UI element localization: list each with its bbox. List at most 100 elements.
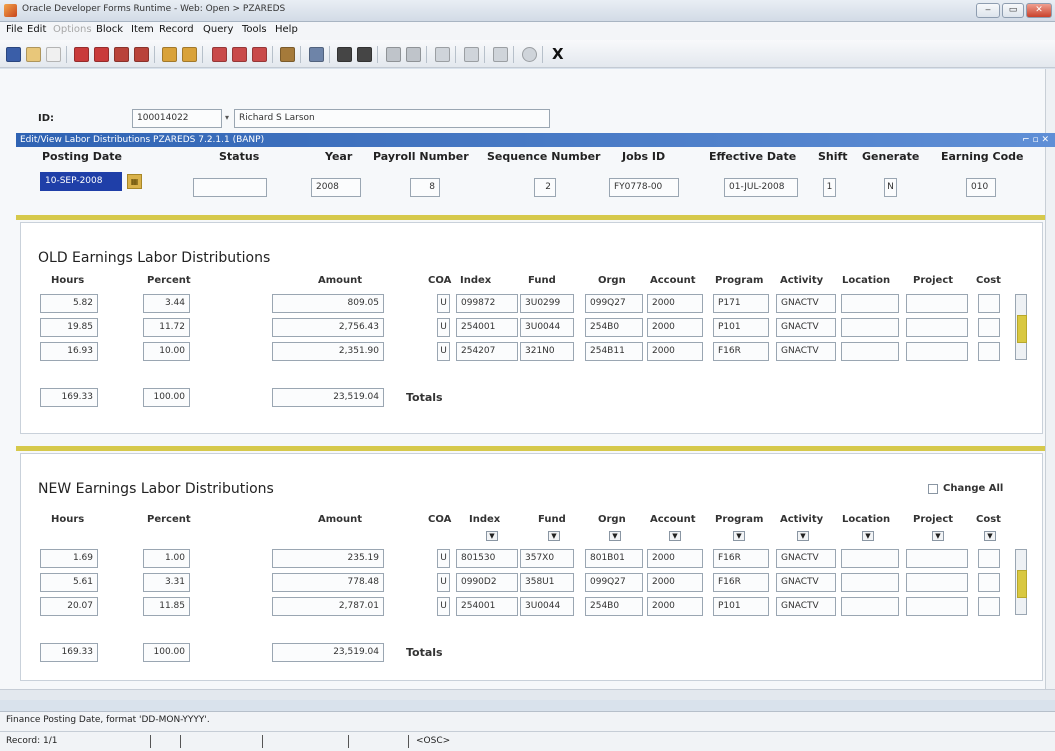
- old-row1-percent[interactable]: 3.44: [143, 294, 190, 313]
- new-row2-project[interactable]: [906, 573, 968, 592]
- old-row2-location[interactable]: [841, 318, 899, 337]
- old-row1-index[interactable]: 099872: [456, 294, 518, 313]
- new-row1-amount[interactable]: 235.19: [272, 549, 384, 568]
- new-row1-fund[interactable]: 357X0: [520, 549, 574, 568]
- new-row1-percent[interactable]: 1.00: [143, 549, 190, 568]
- new-row1-index[interactable]: 801530: [456, 549, 518, 568]
- old-row2-hours[interactable]: 19.85: [40, 318, 98, 337]
- new-row1-account[interactable]: 2000: [647, 549, 703, 568]
- new-row2-hours[interactable]: 5.61: [40, 573, 98, 592]
- next-record-icon[interactable]: [134, 47, 149, 62]
- old-row3-activity[interactable]: GNACTV: [776, 342, 836, 361]
- help-icon[interactable]: [435, 47, 450, 62]
- undo-icon[interactable]: [26, 47, 41, 62]
- print-form-icon[interactable]: [309, 47, 324, 62]
- menu-tools[interactable]: Tools: [242, 24, 267, 35]
- clear-record-icon[interactable]: [252, 47, 267, 62]
- new-row3-program[interactable]: P101: [713, 597, 769, 616]
- new-records-scrollbar[interactable]: [1015, 549, 1027, 615]
- old-row3-project[interactable]: [906, 342, 968, 361]
- location-lookup-arrow-icon[interactable]: ▼: [862, 531, 874, 541]
- sequence-number-field[interactable]: 2: [534, 178, 556, 197]
- old-row2-account[interactable]: 2000: [647, 318, 703, 337]
- new-row3-coa[interactable]: U: [437, 597, 450, 616]
- close-button[interactable]: ✕: [1026, 3, 1052, 18]
- year-field[interactable]: 2008: [311, 178, 361, 197]
- new-row1-hours[interactable]: 1.69: [40, 549, 98, 568]
- new-row2-account[interactable]: 2000: [647, 573, 703, 592]
- shift-field[interactable]: 1: [823, 178, 836, 197]
- new-row2-activity[interactable]: GNACTV: [776, 573, 836, 592]
- new-row3-project[interactable]: [906, 597, 968, 616]
- next-block-icon[interactable]: [94, 47, 109, 62]
- old-row1-activity[interactable]: GNACTV: [776, 294, 836, 313]
- fund-lookup-arrow-icon[interactable]: ▼: [548, 531, 560, 541]
- old-row3-fund[interactable]: 321N0: [520, 342, 574, 361]
- exit-form-icon[interactable]: [182, 47, 197, 62]
- old-row3-hours[interactable]: 16.93: [40, 342, 98, 361]
- old-row2-coa[interactable]: U: [437, 318, 450, 337]
- menu-block[interactable]: Block: [96, 24, 123, 35]
- print-icon[interactable]: [46, 47, 61, 62]
- new-row3-account[interactable]: 2000: [647, 597, 703, 616]
- menu-help[interactable]: Help: [275, 24, 298, 35]
- old-row1-cost[interactable]: [978, 294, 1000, 313]
- old-row3-program[interactable]: F16R: [713, 342, 769, 361]
- old-row2-fund[interactable]: 3U0044: [520, 318, 574, 337]
- list-values-icon[interactable]: [386, 47, 401, 62]
- options-icon[interactable]: [464, 47, 479, 62]
- new-row2-amount[interactable]: 778.48: [272, 573, 384, 592]
- old-row2-percent[interactable]: 11.72: [143, 318, 190, 337]
- old-row1-project[interactable]: [906, 294, 968, 313]
- menu-record[interactable]: Record: [159, 24, 194, 35]
- new-row2-program[interactable]: F16R: [713, 573, 769, 592]
- old-row1-account[interactable]: 2000: [647, 294, 703, 313]
- old-row2-cost[interactable]: [978, 318, 1000, 337]
- new-row1-location[interactable]: [841, 549, 899, 568]
- execute-query-icon[interactable]: [337, 47, 352, 62]
- generate-field[interactable]: N: [884, 178, 897, 197]
- id-lookup-icon[interactable]: ▾: [225, 113, 229, 122]
- old-row1-program[interactable]: P171: [713, 294, 769, 313]
- cost-lookup-arrow-icon[interactable]: ▼: [984, 531, 996, 541]
- old-row2-project[interactable]: [906, 318, 968, 337]
- new-row3-activity[interactable]: GNACTV: [776, 597, 836, 616]
- menu-options[interactable]: Options: [53, 24, 92, 35]
- new-row3-hours[interactable]: 20.07: [40, 597, 98, 616]
- old-row3-index[interactable]: 254207: [456, 342, 518, 361]
- new-row3-fund[interactable]: 3U0044: [520, 597, 574, 616]
- old-row2-index[interactable]: 254001: [456, 318, 518, 337]
- old-row2-orgn[interactable]: 254B0: [585, 318, 643, 337]
- edit-field-icon[interactable]: [406, 47, 421, 62]
- rollback-icon[interactable]: [162, 47, 177, 62]
- new-row3-location[interactable]: [841, 597, 899, 616]
- old-row3-cost[interactable]: [978, 342, 1000, 361]
- jobs-id-field[interactable]: FY0778-00: [609, 178, 679, 197]
- new-row2-index[interactable]: 0990D2: [456, 573, 518, 592]
- new-row2-orgn[interactable]: 099Q27: [585, 573, 643, 592]
- old-row3-amount[interactable]: 2,351.90: [272, 342, 384, 361]
- old-scrollbar-thumb[interactable]: [1017, 315, 1027, 343]
- remove-record-icon[interactable]: [232, 47, 247, 62]
- old-row2-amount[interactable]: 2,756.43: [272, 318, 384, 337]
- new-row2-cost[interactable]: [978, 573, 1000, 592]
- menu-item[interactable]: Item: [131, 24, 154, 35]
- info-icon[interactable]: [522, 47, 537, 62]
- menu-edit[interactable]: Edit: [27, 24, 46, 35]
- previous-record-icon[interactable]: [114, 47, 129, 62]
- new-row1-cost[interactable]: [978, 549, 1000, 568]
- new-scrollbar-thumb[interactable]: [1017, 570, 1027, 598]
- new-row3-index[interactable]: 254001: [456, 597, 518, 616]
- old-row3-coa[interactable]: U: [437, 342, 450, 361]
- activity-lookup-arrow-icon[interactable]: ▼: [797, 531, 809, 541]
- window-horizontal-scrollbar[interactable]: [0, 689, 1055, 700]
- new-row1-orgn[interactable]: 801B01: [585, 549, 643, 568]
- old-row3-account[interactable]: 2000: [647, 342, 703, 361]
- project-lookup-arrow-icon[interactable]: ▼: [932, 531, 944, 541]
- old-row2-program[interactable]: P101: [713, 318, 769, 337]
- payroll-number-field[interactable]: 8: [410, 178, 440, 197]
- old-row1-location[interactable]: [841, 294, 899, 313]
- index-lookup-arrow-icon[interactable]: ▼: [486, 531, 498, 541]
- new-row1-activity[interactable]: GNACTV: [776, 549, 836, 568]
- minimize-button[interactable]: ‒: [976, 3, 1000, 18]
